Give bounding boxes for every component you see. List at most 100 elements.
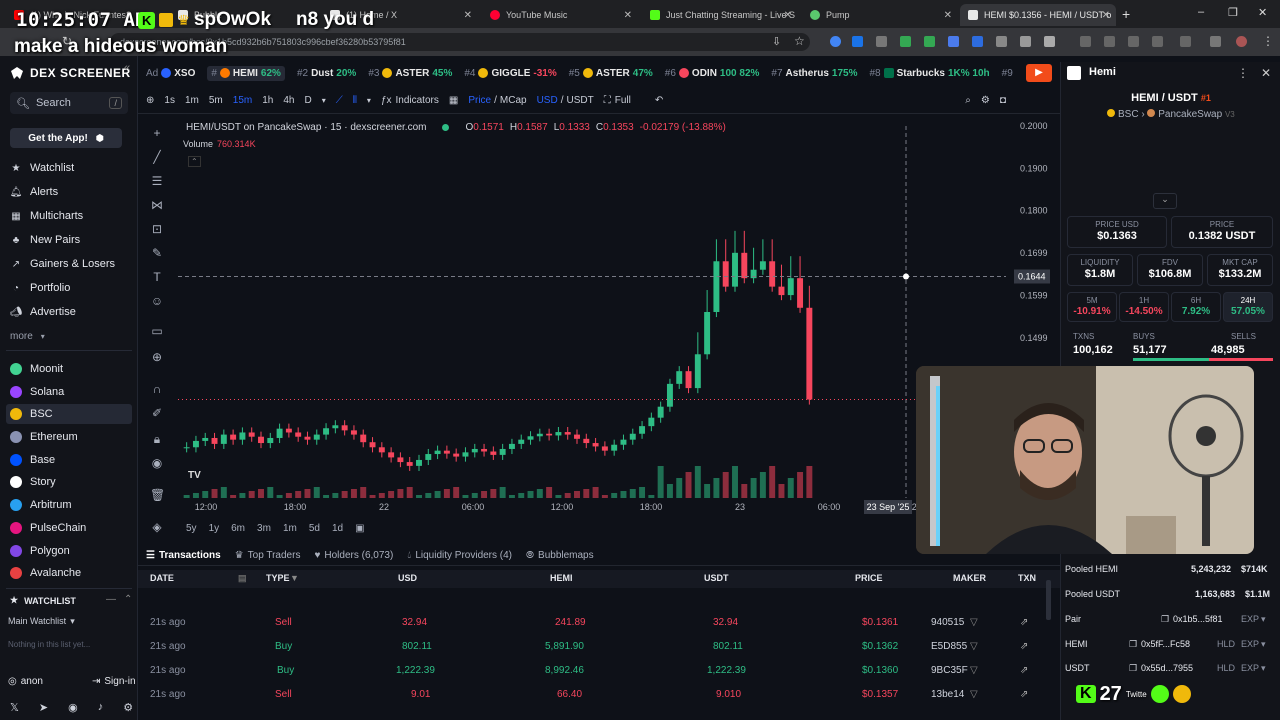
collapse-watchlist-icon[interactable]: ⌃ xyxy=(124,594,132,605)
extension-icon[interactable] xyxy=(1044,36,1055,47)
calendar-filter-icon[interactable]: ▤ xyxy=(238,573,247,584)
col-date[interactable]: DATE xyxy=(150,573,174,583)
copy-icon[interactable]: ❐ xyxy=(1129,663,1137,674)
ticker-item[interactable]: #9 xyxy=(1002,68,1013,79)
chain-avalanche[interactable]: Avalanche xyxy=(10,563,130,583)
add-symbol-icon[interactable]: ⊕ xyxy=(146,95,154,106)
sign-in-button[interactable]: ⇥ Sign-in xyxy=(92,676,136,687)
tab-holders[interactable]: ♥ Holders (6,073) xyxy=(314,550,393,561)
tx-maker[interactable]: 9BC35F xyxy=(931,665,968,676)
chevron-down-icon[interactable]: ▾ xyxy=(1261,663,1266,674)
browser-tab[interactable]: Pump ✕ xyxy=(802,4,958,26)
timeframe-5m[interactable]: 5m xyxy=(209,95,223,106)
col-maker[interactable]: MAKER xyxy=(953,573,986,583)
trending-toggle-icon[interactable]: ▶ xyxy=(1026,64,1052,82)
chevron-down-icon[interactable]: ▾ xyxy=(367,96,371,105)
gear-icon[interactable]: ⚙ xyxy=(981,95,990,106)
browser-tab-active[interactable]: HEMI $0.1356 - HEMI / USDT o ✕ xyxy=(960,4,1116,26)
telegram-icon[interactable]: ➤ xyxy=(39,701,48,714)
col-usdt[interactable]: USDT xyxy=(704,573,729,583)
collapse-legend-icon[interactable]: ⌃ xyxy=(188,156,201,167)
collapse-sidebar-icon[interactable]: « xyxy=(124,62,130,74)
table-row[interactable]: 21s ago Sell 9.01 66.40 9.010 $0.1357 13… xyxy=(138,684,1060,708)
close-tab-icon[interactable]: ✕ xyxy=(1102,10,1110,21)
usdt-holders-link[interactable]: HLD xyxy=(1217,663,1235,673)
usd-usdt-toggle[interactable]: USD / USDT xyxy=(537,95,594,106)
eye-icon[interactable]: ◉ xyxy=(150,456,164,470)
extension-icon[interactable] xyxy=(972,36,983,47)
profile-avatar[interactable] xyxy=(1236,36,1247,47)
settings-icon[interactable]: ⚙ xyxy=(123,701,133,714)
hemi-holders-link[interactable]: HLD xyxy=(1217,639,1235,649)
filter-icon[interactable]: ▽ xyxy=(970,689,978,700)
timeframe-4h[interactable]: 4h xyxy=(283,95,294,106)
chain-solana[interactable]: Solana xyxy=(10,382,130,402)
nav-alerts[interactable]: 🔔︎ Alerts xyxy=(10,182,58,202)
ticker-item[interactable]: #8 Starbucks 1K% 10h xyxy=(869,68,989,79)
extension-icon[interactable] xyxy=(924,36,935,47)
ruler-icon[interactable]: ▭ xyxy=(150,324,164,338)
crosshair-icon[interactable]: + xyxy=(150,126,164,140)
filter-icon[interactable]: ▼ xyxy=(290,573,299,583)
discord-icon[interactable]: ◉ xyxy=(68,701,78,714)
change-6h[interactable]: 6H 7.92% xyxy=(1171,292,1221,322)
table-row[interactable]: 21s ago Buy 802.11 5,891.90 802.11 $0.13… xyxy=(138,636,1060,660)
browser-tab[interactable]: Just Chatting Streaming - Live S ✕ xyxy=(642,4,798,26)
external-link-icon[interactable]: ⇗ xyxy=(1020,641,1028,652)
chain-pulsechain[interactable]: PulseChain xyxy=(10,518,130,538)
table-row[interactable]: 21s ago Sell 32.94 241.89 32.94 $0.1361 … xyxy=(138,612,1060,636)
tab-top-traders[interactable]: ♛ Top Traders xyxy=(235,550,301,561)
extension-icon[interactable] xyxy=(876,36,887,47)
fib-icon[interactable]: ☰ xyxy=(150,174,164,188)
col-usd[interactable]: USD xyxy=(398,573,417,583)
extension-icon[interactable] xyxy=(1210,36,1221,47)
dexscreener-logo[interactable]: DEX SCREENER xyxy=(10,66,131,80)
scrollbar[interactable] xyxy=(1046,580,1051,620)
nav-new-pairs[interactable]: ♣ New Pairs xyxy=(10,230,80,250)
camera-icon[interactable]: ◘ xyxy=(1000,95,1006,106)
change-5m[interactable]: 5M -10.91% xyxy=(1067,292,1117,322)
lock-drawing-icon[interactable]: ✐ xyxy=(150,406,164,420)
change-24h[interactable]: 24H 57.05% xyxy=(1223,292,1273,322)
col-price[interactable]: PRICE xyxy=(855,573,883,583)
external-link-icon[interactable]: ⇗ xyxy=(1020,689,1028,700)
range-1y[interactable]: 1y xyxy=(209,523,220,534)
forecast-icon[interactable]: ⊡ xyxy=(150,222,164,236)
get-app-button[interactable]: Get the App! ⬢ xyxy=(10,128,122,148)
search-icon[interactable]: ⌕ xyxy=(965,95,971,106)
usdt-explorer-link[interactable]: EXP xyxy=(1241,663,1259,673)
tab-liquidity-providers[interactable]: 💧︎ Liquidity Providers (4) xyxy=(407,550,512,561)
timeframe-1s[interactable]: 1s xyxy=(164,95,175,106)
range-1m[interactable]: 1m xyxy=(283,523,297,534)
timeframe-d[interactable]: D xyxy=(304,95,311,106)
layers-icon[interactable]: ◈ xyxy=(150,520,164,534)
ticker-item[interactable]: #3 ASTER 45% xyxy=(368,68,452,79)
timeframe-15m[interactable]: 15m xyxy=(233,95,252,106)
range-3m[interactable]: 3m xyxy=(257,523,271,534)
close-tab-icon[interactable]: ✕ xyxy=(784,10,792,21)
undo-icon[interactable]: ↶ xyxy=(655,95,663,106)
change-1h[interactable]: 1H -14.50% xyxy=(1119,292,1169,322)
maximize-icon[interactable]: ❐ xyxy=(1228,6,1238,19)
timeframe-1h[interactable]: 1h xyxy=(262,95,273,106)
extension-icon[interactable] xyxy=(948,36,959,47)
tx-maker[interactable]: 13be14 xyxy=(931,689,964,700)
browser-menu-icon[interactable]: ⋮ xyxy=(1262,34,1274,48)
close-tab-icon[interactable]: ✕ xyxy=(624,10,632,21)
ticker-item[interactable]: #4 GIGGLE -31% xyxy=(464,68,556,79)
ticker-item[interactable]: # HEMI 62% xyxy=(207,65,285,81)
candles-icon[interactable]: ⫴ xyxy=(353,95,357,106)
filter-icon[interactable]: ▽ xyxy=(970,641,978,652)
tx-maker[interactable]: 940515 xyxy=(931,617,964,628)
indicators-button[interactable]: ƒx Indicators xyxy=(381,95,439,106)
chevron-down-icon[interactable]: ▾ xyxy=(1261,639,1266,650)
templates-icon[interactable]: ▦ xyxy=(449,95,458,106)
emoji-icon[interactable]: ☺ xyxy=(150,294,164,308)
minimize-watchlist-icon[interactable]: — xyxy=(106,594,116,605)
copy-icon[interactable]: ❐ xyxy=(1129,639,1137,650)
range-6m[interactable]: 6m xyxy=(231,523,245,534)
new-tab-icon[interactable]: + xyxy=(1122,6,1130,22)
close-window-icon[interactable]: ✕ xyxy=(1258,6,1267,19)
tiktok-icon[interactable]: ♪ xyxy=(98,701,104,714)
extension-icon[interactable] xyxy=(830,36,841,47)
